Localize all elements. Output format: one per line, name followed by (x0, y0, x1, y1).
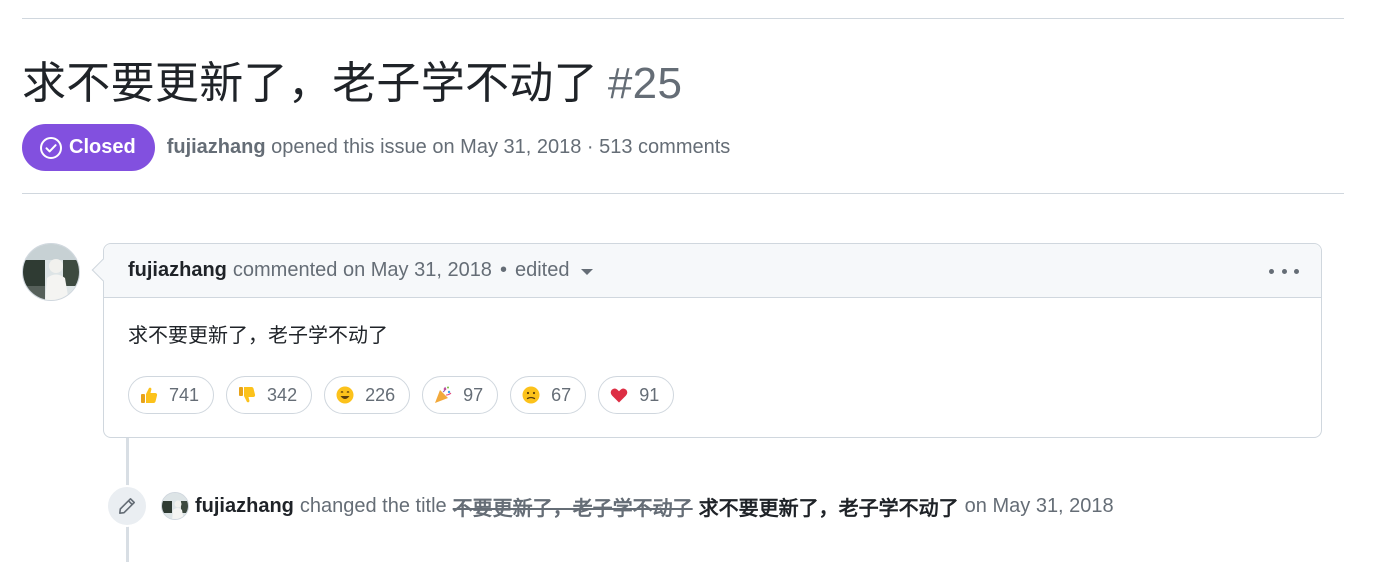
pencil-icon (119, 498, 135, 514)
reactions-bar: 741 342 226 97 67 91 (128, 376, 686, 414)
top-divider (22, 18, 1344, 19)
issue-opened-meta: fujiazhang opened this issue on May 31, … (167, 136, 731, 159)
new-title: 求不要更新了，老子学不动了 (698, 497, 959, 520)
event-badge (106, 485, 148, 527)
reaction-confused[interactable]: 67 (510, 376, 587, 414)
laugh-icon (336, 386, 354, 404)
reaction-laugh[interactable]: 226 (324, 376, 411, 414)
comment-header: fujiazhang commented on May 31, 2018 • e… (104, 244, 1321, 298)
reaction-thumbs-down[interactable]: 342 (226, 376, 313, 414)
issue-header: 求不要更新了，老子学不动了 #25 (22, 52, 1344, 116)
reaction-count: 342 (267, 384, 298, 405)
edited-label: edited (514, 259, 570, 281)
state-label: Closed (69, 136, 136, 158)
comment-author-avatar[interactable] (22, 243, 80, 301)
edited-dropdown[interactable]: edited (515, 259, 594, 282)
reaction-heart[interactable]: 91 (598, 376, 675, 414)
event-date-text[interactable]: on May 31, 2018 (965, 495, 1114, 518)
chevron-down-icon (581, 269, 594, 275)
comment-author-link[interactable]: fujiazhang (128, 259, 227, 282)
issue-author-link[interactable]: fujiazhang (167, 136, 266, 158)
thumbs-down-icon (239, 387, 256, 403)
comment-box: fujiazhang commented on May 31, 2018 • e… (91, 243, 1322, 438)
issue-opened-text: opened this issue on May 31, 2018 · 513 … (271, 136, 731, 158)
event-action-text: changed the title (299, 494, 447, 517)
reaction-thumbs-up[interactable]: 741 (128, 376, 215, 414)
comment-date-text: commented on May 31, 2018 (232, 259, 492, 281)
old-title: 不要更新了，老子学不动了 (452, 497, 693, 520)
reaction-count: 741 (169, 384, 200, 405)
avatar-photo (23, 244, 79, 300)
issue-title: 求不要更新了，老子学不动了 #25 (22, 52, 1344, 116)
event-author-link[interactable]: fujiazhang (195, 495, 294, 518)
state-badge: Closed (22, 124, 155, 171)
reaction-count: 91 (639, 384, 660, 405)
check-circle-icon (40, 136, 62, 159)
hooray-icon (435, 386, 452, 403)
avatar-photo (162, 493, 188, 519)
header-divider (22, 193, 1344, 194)
kebab-menu-icon[interactable] (1269, 258, 1299, 284)
issue-title-text: 求不要更新了，老子学不动了 (22, 59, 598, 108)
reaction-count: 97 (463, 384, 484, 405)
reaction-hooray[interactable]: 97 (422, 376, 499, 414)
issue-meta: Closed fujiazhang opened this issue on M… (22, 124, 730, 171)
issue-number: #25 (607, 59, 683, 108)
thumbs-up-icon (141, 387, 158, 403)
reaction-count: 67 (551, 384, 572, 405)
comment-body: 求不要更新了，老子学不动了 (128, 325, 388, 347)
event-author-avatar[interactable] (161, 492, 189, 520)
heart-icon (610, 388, 628, 403)
confused-icon (522, 386, 540, 404)
reaction-count: 226 (365, 384, 396, 405)
title-change-event: fujiazhang changed the title 不要更新了，老子学不动… (106, 485, 1114, 527)
comment-separator: • (499, 259, 507, 281)
